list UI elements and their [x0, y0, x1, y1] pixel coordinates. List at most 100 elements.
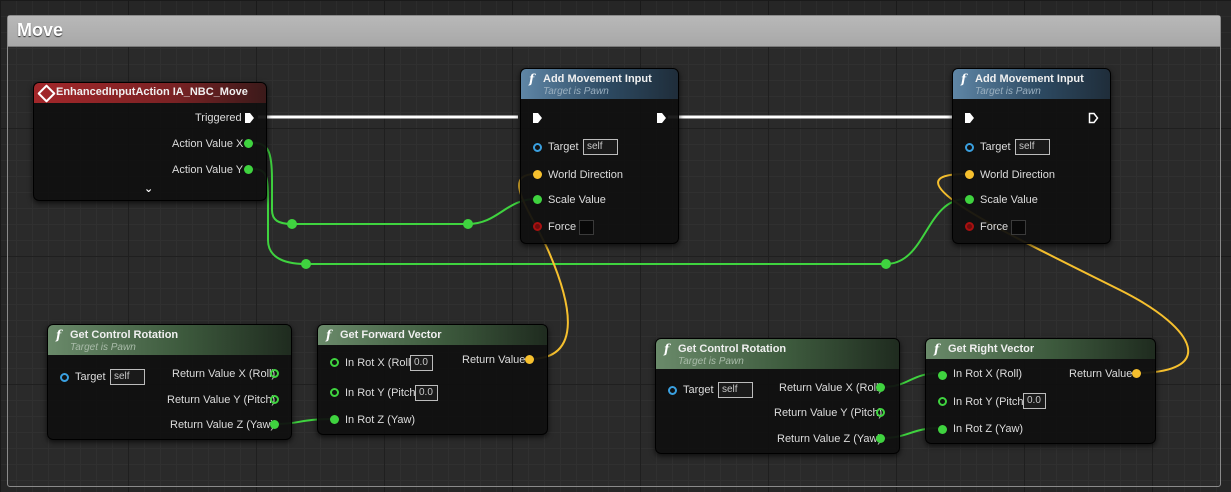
return-value-z-pin[interactable] [876, 434, 885, 443]
return-value-x-label: Return Value X (Roll) [172, 368, 276, 380]
in-rot-x-label: In Rot X (Roll) [345, 357, 415, 369]
world-direction-pin[interactable] [965, 170, 974, 179]
return-value-pin[interactable] [525, 355, 534, 364]
in-rot-y-label: In Rot Y (Pitch) [953, 396, 1028, 408]
node-subtitle: Target is Pawn [70, 342, 136, 353]
node-title: Add Movement Input [975, 73, 1084, 85]
in-rot-y-field[interactable]: 0.0 [415, 385, 438, 401]
return-value-x-pin[interactable] [270, 369, 279, 378]
in-rot-z-label: In Rot Z (Yaw) [345, 414, 416, 426]
in-rot-y-label: In Rot Y (Pitch) [345, 387, 420, 399]
target-self-field[interactable]: self [718, 382, 753, 398]
function-icon: f [56, 328, 62, 342]
function-icon: f [961, 72, 967, 86]
target-pin[interactable] [533, 143, 542, 152]
in-rot-y-field[interactable]: 0.0 [1023, 393, 1046, 409]
return-value-z-label: Return Value Z (Yaw) [777, 433, 882, 445]
action-value-y-pin[interactable] [244, 165, 253, 174]
get-right-vector-node[interactable]: f Get Right Vector In Rot X (Roll) Retur… [925, 338, 1156, 444]
exec-in-pin[interactable] [964, 112, 975, 124]
force-checkbox[interactable] [1011, 220, 1026, 235]
action-value-x-label: Action Value X [172, 138, 244, 150]
target-label: Target [75, 371, 106, 383]
in-rot-x-pin[interactable] [330, 358, 339, 367]
exec-out-pin-hollow[interactable] [1088, 112, 1099, 124]
return-value-z-label: Return Value Z (Yaw) [170, 419, 275, 431]
world-direction-pin[interactable] [533, 170, 542, 179]
add-movement-input-node-1[interactable]: f Add Movement Input Target is Pawn Targ… [520, 68, 679, 244]
chevron-down-icon[interactable]: ⌄ [144, 182, 153, 195]
node-subtitle: Target is Pawn [678, 356, 744, 367]
target-label: Target [548, 141, 579, 153]
enhanced-input-action-node[interactable]: EnhancedInputAction IA_NBC_Move Triggere… [33, 82, 267, 201]
add-movement-input-node-2[interactable]: f Add Movement Input Target is Pawn Targ… [952, 68, 1111, 244]
node-header[interactable]: f Add Movement Input Target is Pawn [521, 69, 678, 99]
scale-value-label: Scale Value [980, 194, 1038, 206]
node-title: Add Movement Input [543, 73, 652, 85]
world-direction-label: World Direction [980, 169, 1055, 181]
event-diamond-icon [37, 84, 56, 103]
triggered-pin-label: Triggered [195, 112, 242, 124]
node-subtitle: Target is Pawn [543, 86, 609, 97]
target-pin[interactable] [668, 386, 677, 395]
node-header[interactable]: f Get Right Vector [926, 339, 1155, 359]
return-value-y-pin[interactable] [876, 408, 885, 417]
force-pin[interactable] [965, 222, 974, 231]
return-value-z-pin[interactable] [270, 420, 279, 429]
node-title: Get Control Rotation [678, 343, 787, 355]
in-rot-x-label: In Rot X (Roll) [953, 368, 1023, 380]
reroute-knot [287, 219, 297, 229]
node-header[interactable]: f Add Movement Input Target is Pawn [953, 69, 1110, 99]
target-label: Target [980, 141, 1011, 153]
node-title: EnhancedInputAction IA_NBC_Move [56, 86, 248, 98]
return-value-label: Return Value [462, 354, 526, 366]
in-rot-z-pin[interactable] [938, 425, 947, 434]
target-self-field[interactable]: self [1015, 139, 1050, 155]
node-title: Get Right Vector [948, 343, 1035, 355]
force-label: Force [548, 221, 577, 233]
return-value-y-pin[interactable] [270, 395, 279, 404]
scale-value-pin[interactable] [533, 195, 542, 204]
force-checkbox[interactable] [579, 220, 594, 235]
target-pin[interactable] [60, 373, 69, 382]
return-value-x-label: Return Value X (Roll) [779, 382, 883, 394]
scale-value-pin[interactable] [965, 195, 974, 204]
in-rot-y-pin[interactable] [938, 397, 947, 406]
target-self-field[interactable]: self [583, 139, 618, 155]
in-rot-z-pin[interactable] [330, 415, 339, 424]
get-forward-vector-node[interactable]: f Get Forward Vector In Rot X (Roll) 0.0… [317, 324, 548, 435]
return-value-y-label: Return Value Y (Pitch) [774, 407, 883, 419]
exec-out-pin[interactable] [656, 112, 667, 124]
in-rot-y-pin[interactable] [330, 388, 339, 397]
target-pin[interactable] [965, 143, 974, 152]
function-icon: f [664, 342, 670, 356]
node-header[interactable]: f Get Forward Vector [318, 325, 547, 345]
force-pin[interactable] [533, 222, 542, 231]
get-control-rotation-node-2[interactable]: f Get Control Rotation Target is Pawn Ta… [655, 338, 900, 454]
exec-out-pin[interactable] [244, 112, 255, 124]
in-rot-x-pin[interactable] [938, 371, 947, 380]
get-control-rotation-node-1[interactable]: f Get Control Rotation Target is Pawn Ta… [47, 324, 292, 440]
return-value-pin[interactable] [1132, 369, 1141, 378]
node-title: Get Control Rotation [70, 329, 179, 341]
node-header[interactable]: f Get Control Rotation Target is Pawn [656, 339, 899, 369]
in-rot-x-field[interactable]: 0.0 [410, 355, 433, 371]
return-value-y-label: Return Value Y (Pitch) [167, 394, 276, 406]
node-header[interactable]: EnhancedInputAction IA_NBC_Move [34, 83, 266, 103]
function-icon: f [326, 328, 332, 342]
function-icon: f [529, 72, 535, 86]
target-self-field[interactable]: self [110, 369, 145, 385]
node-title: Get Forward Vector [340, 329, 442, 341]
scale-value-label: Scale Value [548, 194, 606, 206]
target-label: Target [683, 384, 714, 396]
float-wire-action-x [251, 142, 537, 225]
return-value-x-pin[interactable] [876, 383, 885, 392]
reroute-knot [463, 219, 473, 229]
node-header[interactable]: f Get Control Rotation Target is Pawn [48, 325, 291, 355]
action-value-y-label: Action Value Y [172, 164, 244, 176]
exec-in-pin[interactable] [532, 112, 543, 124]
force-label: Force [980, 221, 1009, 233]
return-value-label: Return Value [1069, 368, 1133, 380]
node-subtitle: Target is Pawn [975, 86, 1041, 97]
action-value-x-pin[interactable] [244, 139, 253, 148]
